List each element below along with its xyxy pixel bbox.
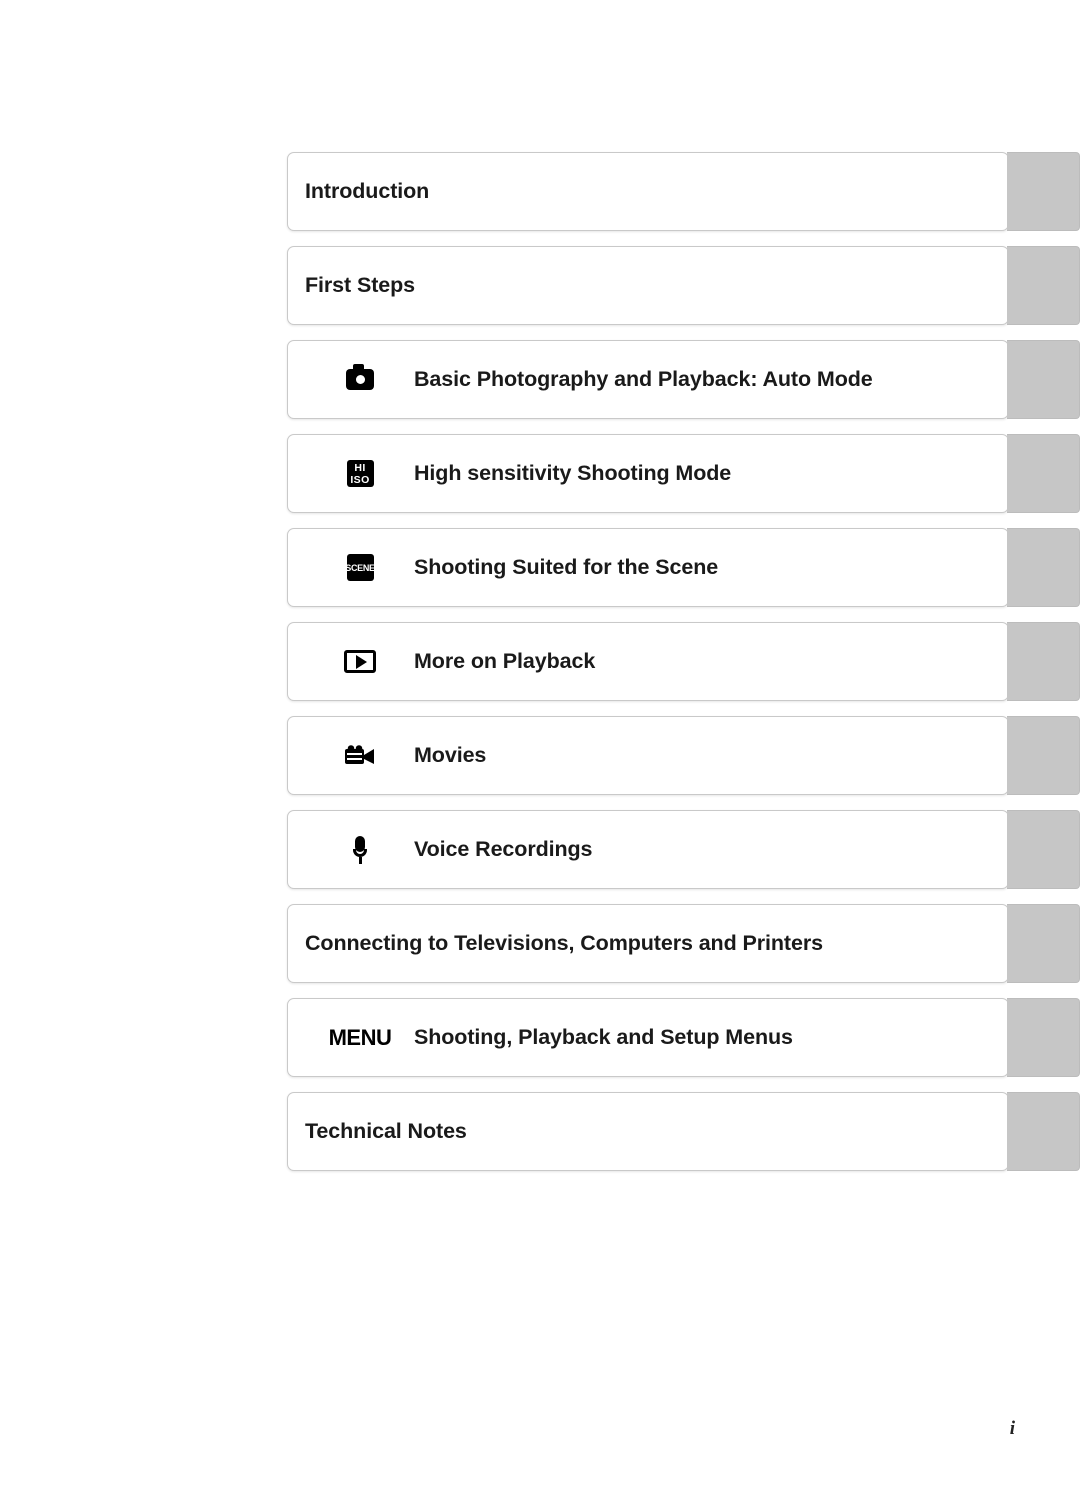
movie-camera-icon xyxy=(305,716,415,795)
scene-icon-text: SCENE xyxy=(345,554,375,581)
toc-entry-label: Voice Recordings xyxy=(414,837,593,861)
toc-entry-label: High sensitivity Shooting Mode xyxy=(414,461,732,485)
toc-entry-basic-photography[interactable]: Basic Photography and Playback: Auto Mod… xyxy=(287,340,1080,419)
toc-entry-label: Connecting to Televisions, Computers and… xyxy=(305,931,823,955)
toc-entry-label: Technical Notes xyxy=(305,1119,467,1143)
toc-thumb-tab xyxy=(1007,434,1080,513)
menu-icon: MENU xyxy=(305,998,415,1077)
toc-entry-connecting[interactable]: Connecting to Televisions, Computers and… xyxy=(287,904,1080,983)
high-iso-icon: HI ISO xyxy=(305,434,415,513)
scene-icon: SCENE xyxy=(305,528,415,607)
toc-thumb-tab xyxy=(1007,998,1080,1077)
toc-entry-introduction[interactable]: Introduction xyxy=(287,152,1080,231)
toc-thumb-tab xyxy=(1007,340,1080,419)
toc-entry-label: Movies xyxy=(414,743,487,767)
toc-entry-first-steps[interactable]: First Steps xyxy=(287,246,1080,325)
toc-entry-high-sensitivity[interactable]: HI ISO High sensitivity Shooting Mode xyxy=(287,434,1080,513)
toc-entry-menus[interactable]: MENU Shooting, Playback and Setup Menus xyxy=(287,998,1080,1077)
playback-icon xyxy=(305,622,415,701)
microphone-icon xyxy=(305,810,415,889)
toc-thumb-tab xyxy=(1007,246,1080,325)
menu-icon-text: MENU xyxy=(328,1024,392,1050)
toc-entry-label: Shooting Suited for the Scene xyxy=(414,555,719,579)
toc-thumb-tab xyxy=(1007,622,1080,701)
toc-entry-label: First Steps xyxy=(305,273,416,297)
toc-thumb-tab xyxy=(1007,904,1080,983)
table-of-contents: Introduction First Steps Basic Photograp… xyxy=(287,152,1080,1186)
document-page: Introduction First Steps Basic Photograp… xyxy=(0,0,1080,1486)
toc-entry-label: Shooting, Playback and Setup Menus xyxy=(414,1025,793,1049)
toc-entry-label: More on Playback xyxy=(414,649,596,673)
toc-thumb-tab xyxy=(1007,1092,1080,1171)
toc-thumb-tab xyxy=(1007,528,1080,607)
high-iso-icon-bottom: ISO xyxy=(350,473,370,486)
page-number: i xyxy=(1009,1418,1015,1439)
toc-entry-technical-notes[interactable]: Technical Notes xyxy=(287,1092,1080,1171)
camera-icon xyxy=(305,340,415,419)
toc-entry-label: Introduction xyxy=(305,179,430,203)
toc-thumb-tab xyxy=(1007,716,1080,795)
high-iso-icon-top: HI xyxy=(354,461,366,474)
toc-entry-voice-recordings[interactable]: Voice Recordings xyxy=(287,810,1080,889)
toc-thumb-tab xyxy=(1007,152,1080,231)
toc-entry-playback[interactable]: More on Playback xyxy=(287,622,1080,701)
toc-thumb-tab xyxy=(1007,810,1080,889)
toc-entry-label: Basic Photography and Playback: Auto Mod… xyxy=(414,367,873,391)
toc-entry-movies[interactable]: Movies xyxy=(287,716,1080,795)
toc-entry-scene[interactable]: SCENE Shooting Suited for the Scene xyxy=(287,528,1080,607)
